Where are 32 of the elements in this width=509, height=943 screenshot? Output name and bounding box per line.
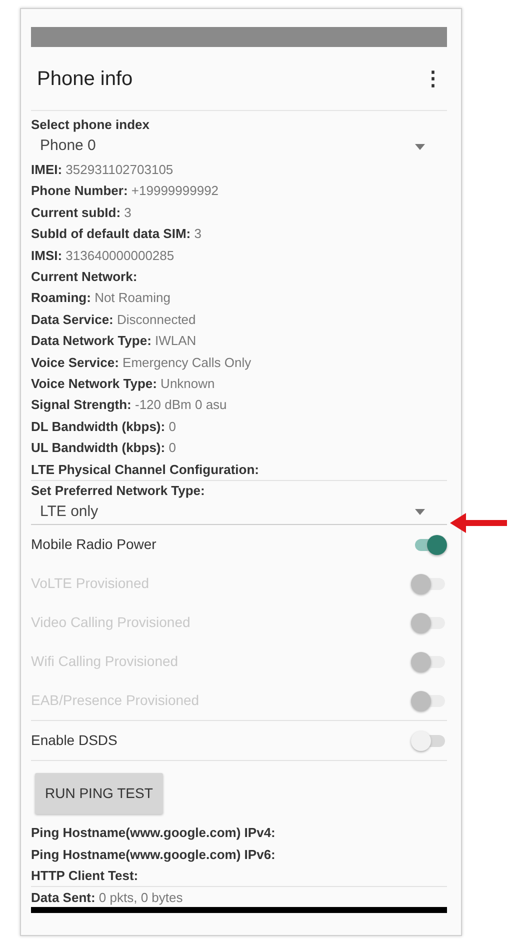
info-line: Ping Hostname(www.google.com) IPv4: bbox=[31, 824, 276, 842]
dropdown[interactable]: LTE only bbox=[31, 500, 447, 526]
info-line: HTTP Client Test: bbox=[31, 866, 140, 885]
info-line: LTE Physical Channel Configuration: bbox=[31, 460, 260, 479]
overflow-menu-button[interactable]: ⋮ bbox=[423, 64, 443, 94]
field-label: Select phone index bbox=[31, 116, 150, 134]
app-title: Phone info bbox=[37, 66, 133, 92]
info-line: Voice Service: Emergency Calls Only bbox=[31, 354, 252, 372]
info-line: IMEI: 352931102703105 bbox=[31, 161, 174, 179]
dropdown[interactable]: Phone 0 bbox=[31, 134, 447, 159]
info-line: Current subId: 3 bbox=[31, 204, 132, 222]
dropdown-caret-icon bbox=[415, 509, 425, 516]
info-line: Data Service: Disconnected bbox=[31, 310, 197, 329]
switch-label: Mobile Radio Power bbox=[31, 535, 156, 554]
info-line: Voice Network Type: Unknown bbox=[31, 375, 216, 394]
info-line: SubId of default data SIM: 3 bbox=[31, 225, 202, 244]
pointer-arrow-icon bbox=[450, 512, 508, 534]
info-line: IMSI: 313640000000285 bbox=[31, 246, 176, 265]
toggle-switch[interactable] bbox=[411, 730, 447, 752]
info-line: Roaming: Not Roaming bbox=[31, 289, 172, 308]
info-line: Current Network: bbox=[31, 268, 138, 286]
info-line: Data Sent: 0 pkts, 0 bytes bbox=[31, 889, 184, 908]
info-line: UL Bandwidth (kbps): 0 bbox=[31, 439, 177, 458]
info-line: Data Network Type: IWLAN bbox=[31, 332, 198, 350]
field-label: Set Preferred Network Type: bbox=[31, 482, 206, 500]
info-line: Signal Strength: -120 dBm 0 asu bbox=[31, 396, 228, 414]
info-line: Ping Hostname(www.google.com) IPv6: bbox=[31, 846, 276, 864]
info-line: Phone Number: +19999999992 bbox=[31, 182, 220, 200]
dropdown-caret-icon bbox=[415, 144, 425, 150]
switch-label: Enable DSDS bbox=[31, 731, 118, 750]
run-ping-test-button[interactable]: RUN PING TEST bbox=[35, 773, 163, 814]
info-line: DL Bandwidth (kbps): 0 bbox=[31, 418, 177, 436]
